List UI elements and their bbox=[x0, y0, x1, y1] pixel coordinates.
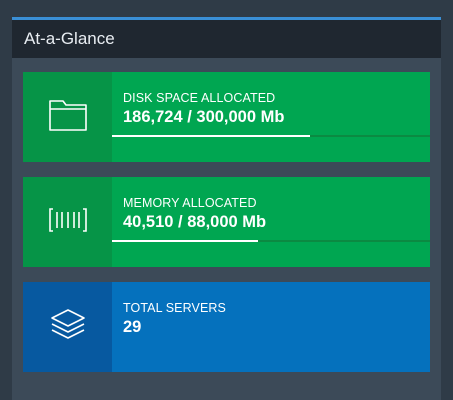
total-servers-card: TOTAL SERVERS 29 bbox=[23, 282, 430, 372]
panel-header: At-a-Glance bbox=[12, 20, 441, 58]
memory-icon bbox=[48, 206, 88, 239]
disk-space-value: 186,724 / 300,000 Mb bbox=[123, 108, 285, 126]
layers-icon bbox=[49, 307, 87, 348]
disk-space-label: DISK SPACE ALLOCATED bbox=[123, 91, 276, 105]
disk-space-card: DISK SPACE ALLOCATED 186,724 / 300,000 M… bbox=[23, 72, 430, 162]
total-servers-content: TOTAL SERVERS 29 bbox=[112, 282, 430, 372]
memory-content: MEMORY ALLOCATED 40,510 / 88,000 Mb bbox=[112, 177, 430, 267]
disk-space-progress-fill bbox=[112, 135, 310, 137]
memory-progress bbox=[112, 240, 430, 242]
disk-space-progress bbox=[112, 135, 430, 137]
total-servers-value: 29 bbox=[123, 318, 142, 336]
memory-label: MEMORY ALLOCATED bbox=[123, 196, 257, 210]
memory-value: 40,510 / 88,000 Mb bbox=[123, 213, 267, 231]
total-servers-label: TOTAL SERVERS bbox=[123, 301, 226, 315]
memory-card: MEMORY ALLOCATED 40,510 / 88,000 Mb bbox=[23, 177, 430, 267]
folder-icon bbox=[48, 98, 88, 137]
disk-icon-box bbox=[23, 72, 112, 162]
at-a-glance-panel: At-a-Glance DISK SPACE ALLOCATED 186,724… bbox=[12, 17, 441, 400]
servers-icon-box bbox=[23, 282, 112, 372]
memory-progress-fill bbox=[112, 240, 259, 242]
memory-icon-box bbox=[23, 177, 112, 267]
panel-title: At-a-Glance bbox=[24, 29, 115, 48]
disk-space-content: DISK SPACE ALLOCATED 186,724 / 300,000 M… bbox=[112, 72, 430, 162]
